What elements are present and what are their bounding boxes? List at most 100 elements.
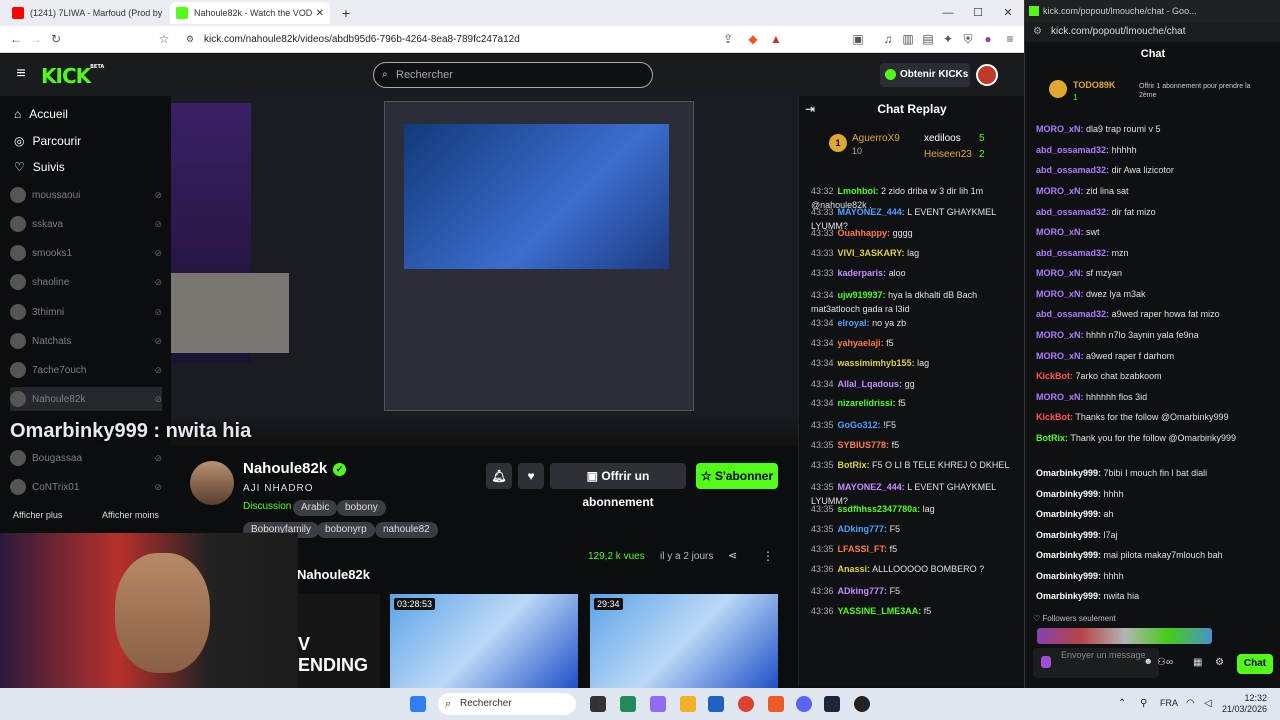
message-username[interactable]: Omarbinky999:	[1036, 550, 1101, 560]
extensions-icon[interactable]: ▣	[850, 31, 866, 47]
message-username[interactable]: Lmohboi:	[838, 186, 879, 196]
get-kicks-button[interactable]: Obtenir KICKs	[880, 63, 970, 87]
language-indicator[interactable]: FRA	[1160, 698, 1178, 708]
wallet-icon[interactable]: ▤	[920, 31, 936, 47]
message-username[interactable]: Omarbinky999:	[1036, 591, 1101, 601]
message-username[interactable]: SYBIUS778:	[838, 440, 890, 450]
message-username[interactable]: BotRix:	[1036, 433, 1068, 443]
message-username[interactable]: KickBot:	[1036, 371, 1073, 381]
emote-row[interactable]	[1037, 628, 1212, 644]
store-icon[interactable]	[708, 696, 724, 712]
sidebar-channel-active[interactable]: Nahoule82k ⊘	[10, 387, 162, 411]
video-player[interactable]	[171, 95, 798, 446]
player-controls[interactable]	[171, 415, 798, 446]
minimize-button[interactable]: —	[938, 4, 958, 22]
user-avatar[interactable]	[976, 64, 998, 86]
category-link[interactable]: Discussion	[243, 501, 291, 512]
message-username[interactable]: kaderparis:	[838, 268, 887, 278]
gift-subscription-button[interactable]: ▣ Offrir un abonnement	[550, 463, 686, 509]
message-username[interactable]: MORO_xN:	[1036, 392, 1084, 402]
browser-tab-youtube[interactable]: (1241) 7LIWA - Marfoud (Prod by Eni	[6, 2, 164, 24]
close-window-button[interactable]: ✕	[998, 4, 1018, 22]
message-username[interactable]: ADking777:	[838, 586, 888, 596]
sidebar-channel[interactable]: Natchats ⊘	[10, 329, 162, 353]
message-username[interactable]: nizarelidrissi:	[838, 398, 896, 408]
message-username[interactable]: KickBot:	[1036, 412, 1073, 422]
message-username[interactable]: abd_ossamad32:	[1036, 207, 1109, 217]
popout-address-bar[interactable]: ⚙ kick.com/popout/lmouche/chat	[1025, 22, 1280, 42]
message-username[interactable]: MORO_xN:	[1036, 351, 1084, 361]
share-icon[interactable]: ⋖	[728, 549, 737, 562]
start-icon[interactable]	[410, 696, 426, 712]
rewards-icon[interactable]: ▲	[768, 31, 784, 47]
brave-icon[interactable]	[768, 696, 784, 712]
video-thumbnail[interactable]: 03:28:53	[390, 594, 578, 688]
channel-avatar[interactable]	[190, 461, 234, 505]
search-input[interactable]: ⌕ Rechercher	[373, 62, 653, 88]
browser-tab-kick[interactable]: Nahoule82k - Watch the VOD ✕	[170, 2, 330, 24]
message-username[interactable]: ssdfhhss2347780a:	[838, 504, 921, 514]
hamburger-menu-icon[interactable]: ≡	[13, 66, 29, 82]
message-username[interactable]: Omarbinky999:	[1036, 468, 1101, 478]
message-username[interactable]: VIVI_3ASKARY:	[838, 248, 905, 258]
follow-heart-button[interactable]: ♥	[518, 463, 544, 489]
settings-icon[interactable]: ⚙	[1215, 657, 1224, 668]
obs-icon[interactable]	[854, 696, 870, 712]
reload-icon[interactable]: ↻	[48, 31, 64, 47]
forward-icon[interactable]: →	[28, 31, 44, 47]
sidebar-channel[interactable]: Bougassaa ⊘	[10, 446, 162, 470]
message-username[interactable]: wassimimhyb155:	[838, 358, 915, 368]
brave-shield-icon[interactable]: ◆	[745, 31, 761, 47]
music-icon[interactable]: ♫	[880, 31, 896, 47]
message-username[interactable]: elroyal:	[838, 318, 870, 328]
tray-volume-icon[interactable]: ◁	[1204, 698, 1212, 709]
sidebar-channel[interactable]: sskava ⊘	[10, 212, 162, 236]
steam-icon[interactable]	[824, 696, 840, 712]
message-username[interactable]: MORO_xN:	[1036, 268, 1084, 278]
profile-icon[interactable]: ●	[980, 31, 996, 47]
sidebar-icon[interactable]: ▥	[900, 31, 916, 47]
vpn-icon[interactable]: ⛨	[960, 31, 976, 47]
message-username[interactable]: abd_ossamad32:	[1036, 145, 1109, 155]
message-username[interactable]: YASSINE_LME3AA:	[838, 606, 922, 616]
subscribe-button[interactable]: ☆ S'abonner	[696, 463, 778, 489]
message-username[interactable]: Allal_Lqadous:	[838, 379, 903, 389]
maximize-button[interactable]: ☐	[968, 4, 988, 22]
message-username[interactable]: yahyaelaji:	[838, 338, 884, 348]
tag-chip[interactable]: bobony	[337, 500, 386, 516]
sidebar-item-parcourir[interactable]: ◎ Parcourir	[14, 134, 81, 148]
message-username[interactable]: Omarbinky999:	[1036, 530, 1101, 540]
sidebar-channel[interactable]: shaoline ⊘	[10, 270, 162, 294]
message-username[interactable]: LFASSI_FT:	[838, 544, 888, 554]
message-username[interactable]: abd_ossamad32:	[1036, 309, 1109, 319]
leo-icon[interactable]: ✦	[940, 31, 956, 47]
send-chat-button[interactable]: Chat	[1237, 654, 1273, 674]
tray-network-icon[interactable]: ⚲	[1140, 698, 1147, 709]
message-username[interactable]: MORO_xN:	[1036, 186, 1084, 196]
sidebar-channel[interactable]: 7ache7ouch ⊘	[10, 358, 162, 382]
bookmark-icon[interactable]: ☆	[156, 31, 172, 47]
edge-icon[interactable]	[620, 696, 636, 712]
sidebar-channel[interactable]: CoNTrix01 ⊘	[10, 475, 162, 499]
video-thumbnail[interactable]: V ENDING	[298, 594, 380, 688]
message-username[interactable]: MORO_xN:	[1036, 289, 1084, 299]
message-username[interactable]: abd_ossamad32:	[1036, 165, 1109, 175]
video-thumbnail[interactable]: 29:34	[590, 594, 778, 688]
message-username[interactable]: MORO_xN:	[1036, 227, 1084, 237]
sidebar-channel[interactable]: moussaoui ⊘	[10, 183, 162, 207]
message-username[interactable]: Omarbinky999:	[1036, 571, 1101, 581]
store-icon[interactable]: ▦	[1193, 657, 1202, 668]
message-username[interactable]: abd_ossamad32:	[1036, 248, 1109, 258]
new-tab-button[interactable]: +	[336, 4, 356, 22]
menu-icon[interactable]: ≡	[1002, 31, 1018, 47]
tray-chevron-icon[interactable]: ⌃	[1118, 698, 1126, 709]
message-username[interactable]: MAYONEZ_444:	[838, 207, 905, 217]
show-less-link[interactable]: Afficher moins	[102, 510, 159, 520]
back-icon[interactable]: ←	[8, 31, 24, 47]
chat-input[interactable]: Envoyer un message ☻	[1033, 648, 1159, 678]
message-username[interactable]: Anassi:	[838, 564, 871, 574]
sidebar-channel[interactable]: smooks1 ⊘	[10, 241, 162, 265]
sidebar-item-suivis[interactable]: ♡ Suivis	[14, 160, 65, 174]
message-username[interactable]: ujw919937:	[838, 290, 886, 300]
site-info-icon[interactable]: ⚙	[186, 30, 194, 49]
